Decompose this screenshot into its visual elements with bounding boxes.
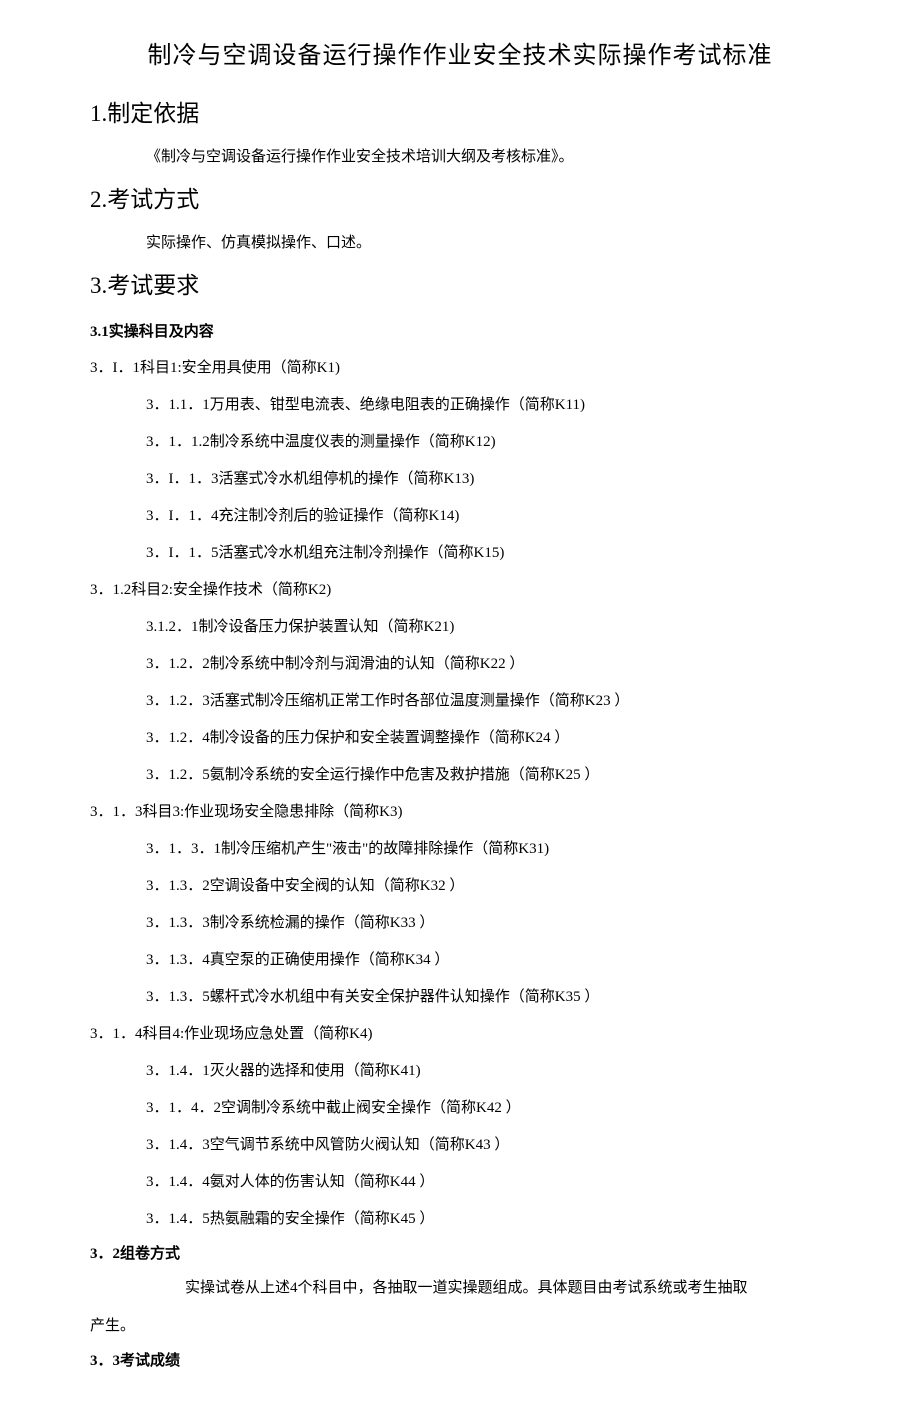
list-item: 3．I．1．5活塞式冷水机组充注制冷剂操作（简称K15)	[146, 538, 830, 568]
section-3-2-heading: 3．2组卷方式	[90, 1244, 830, 1265]
list-item: 3．1.4．5热氨融霜的安全操作（简称K45 ）	[146, 1204, 830, 1234]
subject-k1-title: 3．I．1科目1:安全用具使用（简称K1)	[90, 353, 830, 383]
section-3-2-body-cont: 产生。	[90, 1311, 830, 1341]
list-item: 3．1．1.2制冷系统中温度仪表的测量操作（简称K12)	[146, 427, 830, 457]
section-3-3-heading: 3．3考试成绩	[90, 1351, 830, 1372]
subject-k2-title: 3．1.2科目2:安全操作技术（简称K2)	[90, 575, 830, 605]
list-item: 3．1.1．1万用表、钳型电流表、绝缘电阻表的正确操作（简称K11)	[146, 390, 830, 420]
list-item: 3．1．4．2空调制冷系统中截止阀安全操作（简称K42 ）	[146, 1093, 830, 1123]
list-item: 3．1.2．2制冷系统中制冷剂与润滑油的认知（简称K22 ）	[146, 649, 830, 679]
list-item: 3．1.3．4真空泵的正确使用操作（简称K34 ）	[146, 945, 830, 975]
list-item: 3．1.4．1灭火器的选择和使用（简称K41)	[146, 1056, 830, 1086]
list-item: 3．I．1．3活塞式冷水机组停机的操作（简称K13)	[146, 464, 830, 494]
list-item: 3.1.2．1制冷设备压力保护装置认知（简称K21)	[146, 612, 830, 642]
section-3-2-body: 实操试卷从上述4个科目中，各抽取一道实操题组成。具体题目由考试系统或考生抽取	[90, 1273, 830, 1303]
list-item: 3．1.3．5螺杆式冷水机组中有关安全保护器件认知操作（简称K35 ）	[146, 982, 830, 1012]
list-item: 3．1.3．2空调设备中安全阀的认知（简称K32 ）	[146, 871, 830, 901]
section-3-heading: 3.考试要求	[90, 270, 830, 302]
document-title: 制冷与空调设备运行操作作业安全技术实际操作考试标准	[90, 40, 830, 74]
list-item: 3．1.4．4氨对人体的伤害认知（简称K44 ）	[146, 1167, 830, 1197]
subject-k3-title: 3．1．3科目3:作业现场安全隐患排除（简称K3)	[90, 797, 830, 827]
list-item: 3．1．3．1制冷压缩机产生"液击"的故障排除操作（简称K31)	[146, 834, 830, 864]
list-item: 3．1.2．4制冷设备的压力保护和安全装置调整操作（简称K24 ）	[146, 723, 830, 753]
section-2-heading: 2.考试方式	[90, 184, 830, 216]
list-item: 3．1.4．3空气调节系统中风管防火阀认知（简称K43 ）	[146, 1130, 830, 1160]
list-item: 3．I．1．4充注制冷剂后的验证操作（简称K14)	[146, 501, 830, 531]
list-item: 3．1.2．5氨制冷系统的安全运行操作中危害及救护措施（简称K25 ）	[146, 760, 830, 790]
list-item: 3．1.3．3制冷系统检漏的操作（简称K33 ）	[146, 908, 830, 938]
section-3-2-lead: 实操试卷从上述4个科目中，各抽取一道实操题组成。具体题目由考试系统或考生抽取	[185, 1280, 748, 1296]
list-item: 3．1.2．3活塞式制冷压缩机正常工作时各部位温度测量操作（简称K23 ）	[146, 686, 830, 716]
section-1-heading: 1.制定依据	[90, 98, 830, 130]
section-2-body: 实际操作、仿真模拟操作、口述。	[146, 228, 830, 258]
section-1-body: 《制冷与空调设备运行操作作业安全技术培训大纲及考核标准》。	[146, 142, 830, 172]
subject-k4-title: 3．1．4科目4:作业现场应急处置（简称K4)	[90, 1019, 830, 1049]
section-3-1-heading: 3.1实操科目及内容	[90, 322, 830, 343]
